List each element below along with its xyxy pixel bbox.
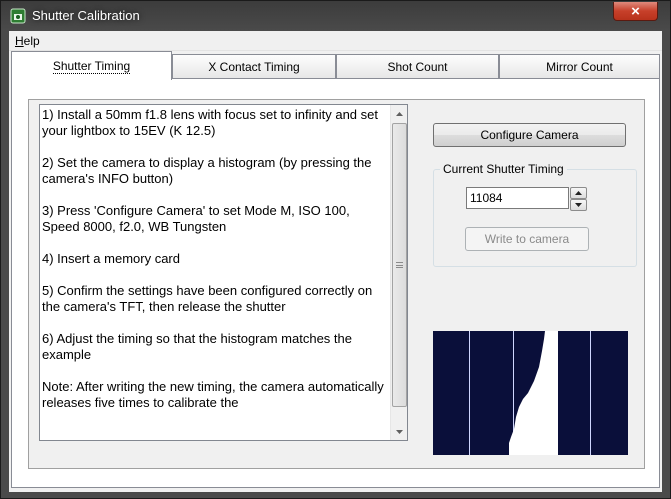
spin-up-arrow-icon[interactable] <box>570 187 587 199</box>
tab-mirror-count[interactable]: Mirror Count <box>499 54 660 79</box>
grip-icon <box>396 262 403 268</box>
title-bar[interactable]: Shutter Calibration × <box>1 1 670 31</box>
menu-help[interactable]: Help <box>15 34 40 48</box>
scroll-up-arrow-icon[interactable] <box>391 105 408 122</box>
tab-shutter-timing[interactable]: Shutter Timing <box>11 51 172 80</box>
example-histogram-image <box>433 331 628 455</box>
current-timing-legend: Current Shutter Timing <box>440 162 567 176</box>
tab-shot-count[interactable]: Shot Count <box>336 54 499 79</box>
instruction-step-6: 6) Adjust the timing so that the histogr… <box>42 331 356 362</box>
menu-bar: Help <box>9 31 662 51</box>
instruction-step-1: 1) Install a 50mm f1.8 lens with focus s… <box>42 107 382 138</box>
configure-camera-label: Configure Camera <box>480 128 579 142</box>
write-to-camera-button[interactable]: Write to camera <box>465 227 589 251</box>
instruction-step-4: 4) Insert a memory card <box>42 251 180 266</box>
menu-help-label: elp <box>23 34 40 48</box>
scroll-down-arrow-icon[interactable] <box>391 423 408 440</box>
camera-app-icon <box>10 8 26 24</box>
scrollbar-thumb[interactable] <box>392 123 407 407</box>
instruction-step-5: 5) Confirm the settings have been config… <box>42 283 376 314</box>
app-window: Shutter Calibration × Help Shutter Timin… <box>0 0 671 499</box>
tab-label: Mirror Count <box>546 60 613 74</box>
client-area: Help Shutter Timing X Contact Timing Sho… <box>9 31 662 492</box>
instructions-text: 1) Install a 50mm f1.8 lens with focus s… <box>42 107 388 438</box>
close-button[interactable]: × <box>613 2 658 21</box>
vertical-scrollbar[interactable] <box>390 105 407 440</box>
current-timing-group: Current Shutter Timing Write to camera <box>433 162 637 267</box>
tab-label: Shutter Timing <box>52 58 131 74</box>
instruction-step-2: 2) Set the camera to display a histogram… <box>42 155 376 186</box>
menu-help-mnemonic: H <box>15 34 24 48</box>
write-to-camera-label: Write to camera <box>484 232 570 246</box>
window-title: Shutter Calibration <box>32 8 140 23</box>
instruction-note: Note: After writing the new timing, the … <box>42 379 388 410</box>
tab-strip: Shutter Timing X Contact Timing Shot Cou… <box>9 51 662 80</box>
tab-x-contact-timing[interactable]: X Contact Timing <box>172 54 336 79</box>
tab-label: Shot Count <box>387 60 448 74</box>
shutter-timing-input[interactable] <box>466 187 569 209</box>
instructions-textbox[interactable]: 1) Install a 50mm f1.8 lens with focus s… <box>39 104 408 441</box>
instruction-step-3: 3) Press 'Configure Camera' to set Mode … <box>42 203 354 234</box>
tab-label: X Contact Timing <box>208 60 300 74</box>
close-icon: × <box>631 2 640 20</box>
spin-down-arrow-icon[interactable] <box>570 199 587 211</box>
configure-camera-button[interactable]: Configure Camera <box>433 123 626 147</box>
